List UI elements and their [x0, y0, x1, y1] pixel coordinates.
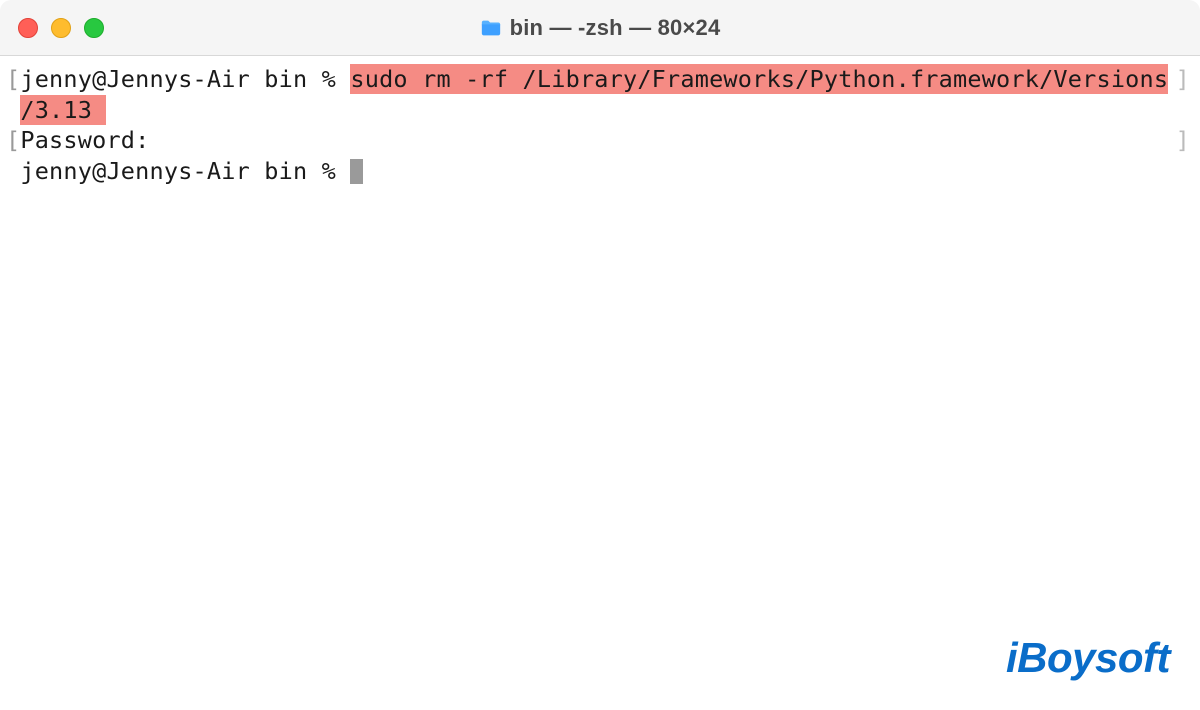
watermark-logo: iBoysoft: [1006, 634, 1170, 682]
close-button[interactable]: [18, 18, 38, 38]
watermark-text: iBoysoft: [1006, 634, 1170, 681]
terminal-line-1: [jenny@Jennys-Air bin % sudo rm -rf /Lib…: [6, 64, 1194, 95]
bracket-close: ]: [1176, 64, 1190, 95]
highlighted-command-part2: /3.13: [20, 95, 106, 125]
terminal-line-2: /3.13: [6, 95, 1194, 126]
minimize-button[interactable]: [51, 18, 71, 38]
bracket-close-2: ]: [1176, 125, 1190, 156]
maximize-button[interactable]: [84, 18, 104, 38]
password-prompt: Password:: [20, 126, 149, 154]
cursor-icon: [350, 159, 363, 184]
shell-prompt: jenny@Jennys-Air bin %: [20, 65, 350, 93]
bracket-open: [: [6, 65, 20, 93]
title-center: bin — -zsh — 80×24: [0, 15, 1200, 41]
window-title: bin — -zsh — 80×24: [510, 15, 721, 41]
shell-prompt-2: jenny@Jennys-Air bin %: [6, 157, 350, 185]
window-title-bar: bin — -zsh — 80×24: [0, 0, 1200, 56]
terminal-line-4: jenny@Jennys-Air bin %: [6, 156, 1194, 187]
terminal-line-3: [Password:]: [6, 125, 1194, 156]
bracket-open-2: [: [6, 126, 20, 154]
traffic-lights: [18, 18, 104, 38]
terminal-content[interactable]: [jenny@Jennys-Air bin % sudo rm -rf /Lib…: [0, 56, 1200, 194]
folder-icon: [480, 17, 502, 39]
highlighted-command-part1: sudo rm -rf /Library/Frameworks/Python.f…: [350, 64, 1168, 94]
